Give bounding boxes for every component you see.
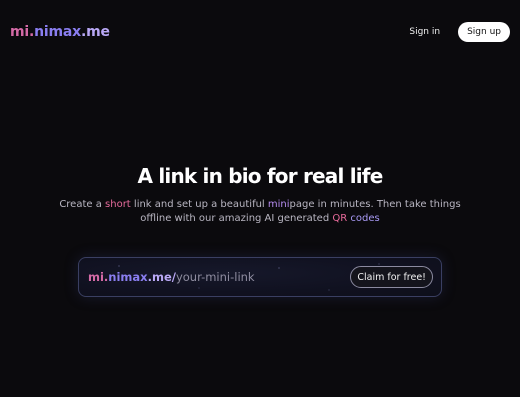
claim-link-box: mi.nimax.me/ Claim for free! (78, 257, 442, 297)
subtitle-highlight-short: short (105, 199, 131, 210)
subtitle-text: link and set up a beautiful (130, 199, 268, 210)
hero-section: A link in bio for real life Create a sho… (0, 164, 520, 226)
subtitle-text: page in minutes. Then take things (289, 199, 461, 210)
logo[interactable]: mi.nimax.me (10, 24, 110, 40)
url-prefix-me: .me/ (147, 270, 176, 284)
claim-for-free-button[interactable]: Claim for free! (350, 266, 433, 288)
sign-up-button[interactable]: Sign up (458, 22, 510, 42)
url-field: mi.nimax.me/ (88, 270, 346, 284)
subtitle-highlight-qr: QR (332, 213, 348, 224)
logo-part-mi: mi. (10, 24, 35, 40)
subtitle-highlight-mini: mini (267, 199, 290, 210)
subtitle-text: offline with our amazing AI generated (140, 213, 333, 224)
top-bar: mi.nimax.me Sign in Sign up (0, 0, 520, 64)
subtitle-text: Create a (59, 199, 106, 210)
url-prefix-mi: mi. (88, 270, 109, 284)
url-prefix: mi.nimax.me/ (88, 270, 176, 284)
mini-link-input[interactable] (175, 270, 346, 284)
hero-subtitle: Create a short link and set up a beautif… (0, 198, 520, 226)
subtitle-highlight-codes: codes (350, 213, 380, 224)
url-prefix-nimax: nimax (108, 270, 148, 284)
logo-part-nimax: nimax (34, 24, 81, 40)
logo-part-me: .me (80, 24, 110, 40)
sign-in-button[interactable]: Sign in (403, 23, 446, 41)
hero-title: A link in bio for real life (137, 164, 384, 188)
auth-nav: Sign in Sign up (403, 22, 510, 42)
